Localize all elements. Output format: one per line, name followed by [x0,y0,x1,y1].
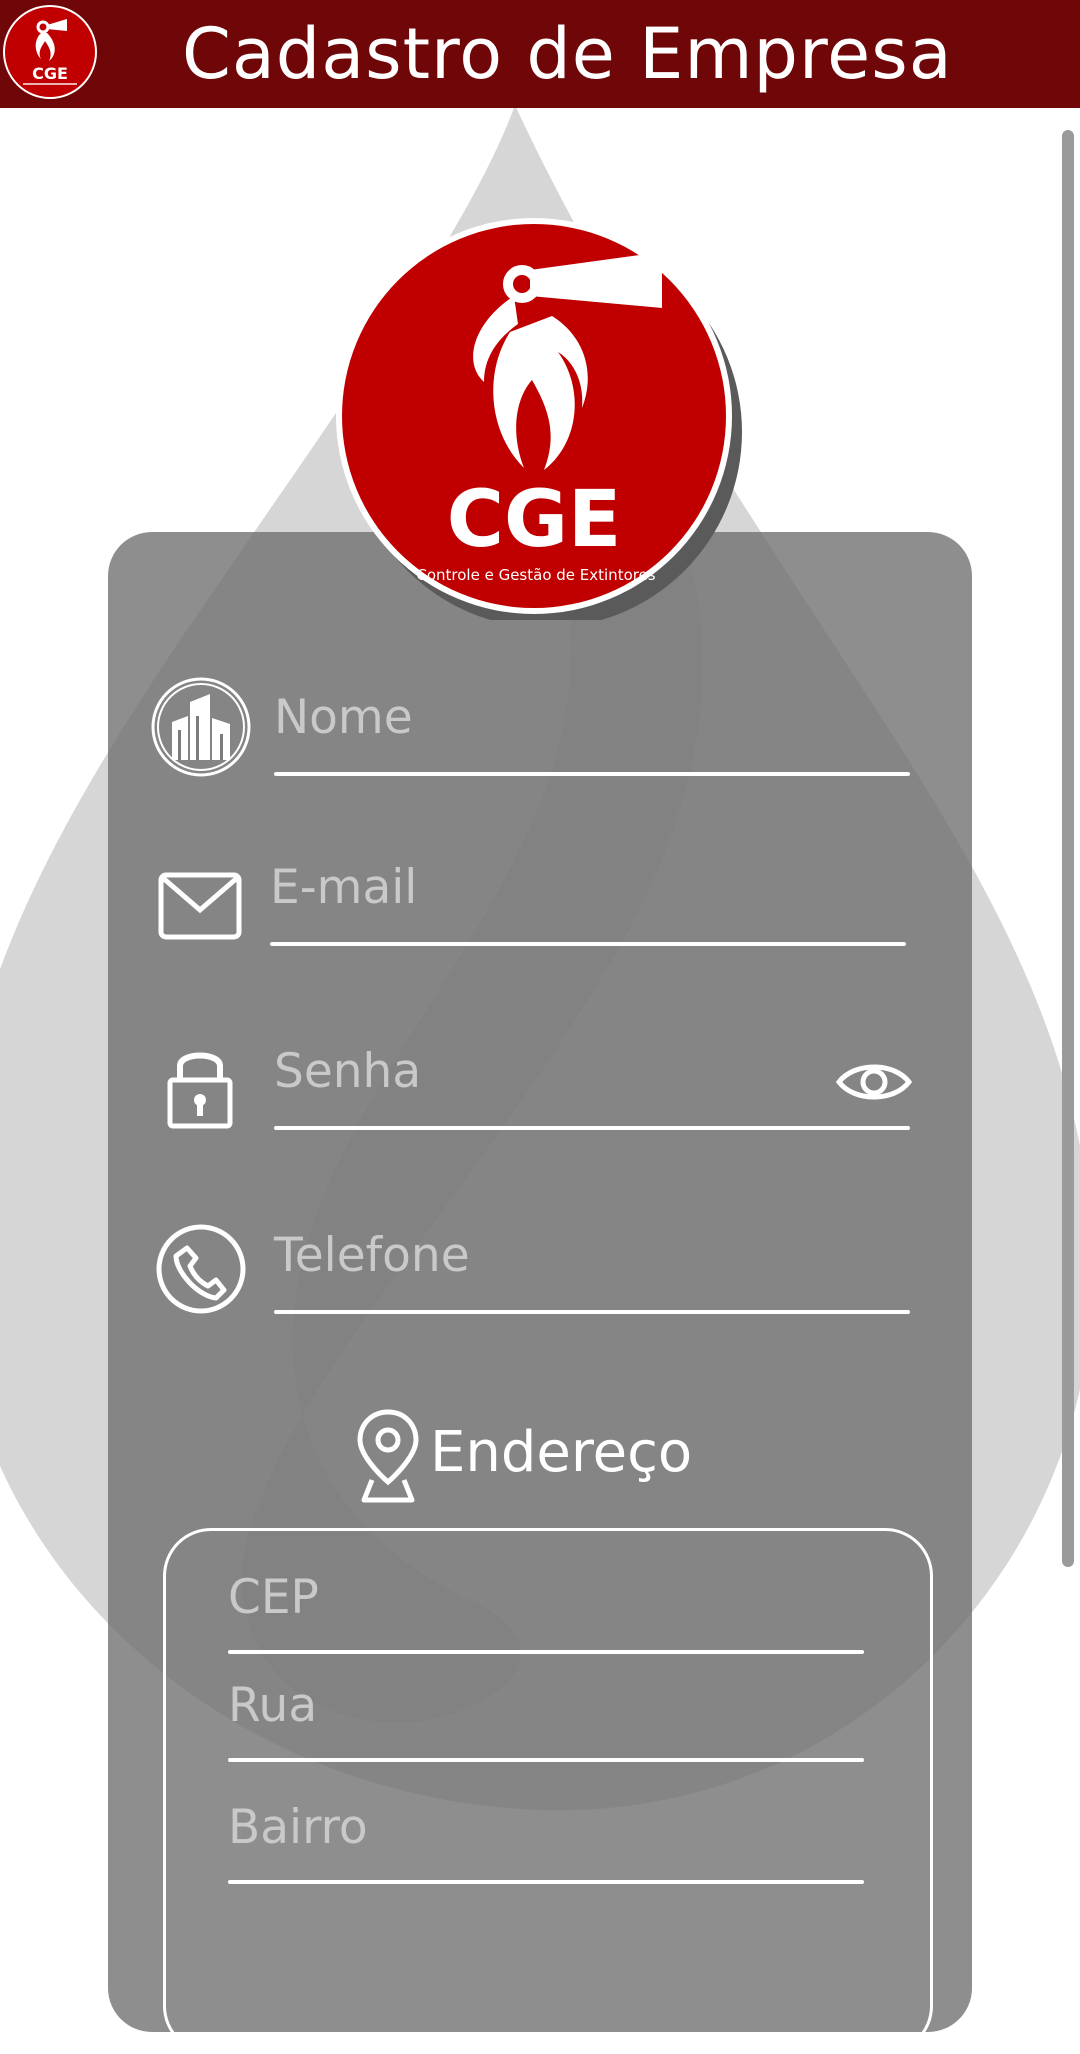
logo-tagline: Controle e Gestão de Extintores [416,566,655,584]
map-pin-icon [356,1408,420,1508]
cep-field[interactable]: CEP [228,1570,319,1625]
rua-placeholder: Rua [228,1678,318,1733]
cep-placeholder: CEP [228,1570,319,1625]
padlock-icon [166,1044,234,1134]
bairro-placeholder: Bairro [228,1800,368,1855]
telefone-placeholder: Telefone [274,1228,470,1283]
senha-field[interactable]: Senha [274,1044,421,1099]
extinguisher-icon: CGE [23,19,77,85]
email-field[interactable]: E-mail [270,860,417,915]
buildings-icon [150,676,252,782]
app-header: CGE Cadastro de Empresa [0,0,1080,108]
cge-logo: CGE Controle e Gestão de Extintores [334,212,742,628]
page-title: Cadastro de Empresa [182,13,953,95]
senha-placeholder: Senha [274,1044,422,1099]
envelope-icon [158,872,242,944]
eye-icon[interactable] [835,1058,913,1110]
telefone-field[interactable]: Telefone [274,1228,470,1283]
email-placeholder: E-mail [270,860,418,915]
nome-field[interactable]: Nome [274,690,413,745]
logo-brand: CGE [447,475,622,565]
header-logo: CGE [3,5,97,99]
bairro-field[interactable]: Bairro [228,1800,368,1855]
endereco-title: Endereço [430,1420,693,1485]
svg-text:CGE: CGE [32,64,68,83]
scrollbar[interactable] [1062,130,1074,1567]
rua-field[interactable]: Rua [228,1678,317,1733]
phone-icon [154,1222,248,1320]
nome-placeholder: Nome [274,690,413,745]
